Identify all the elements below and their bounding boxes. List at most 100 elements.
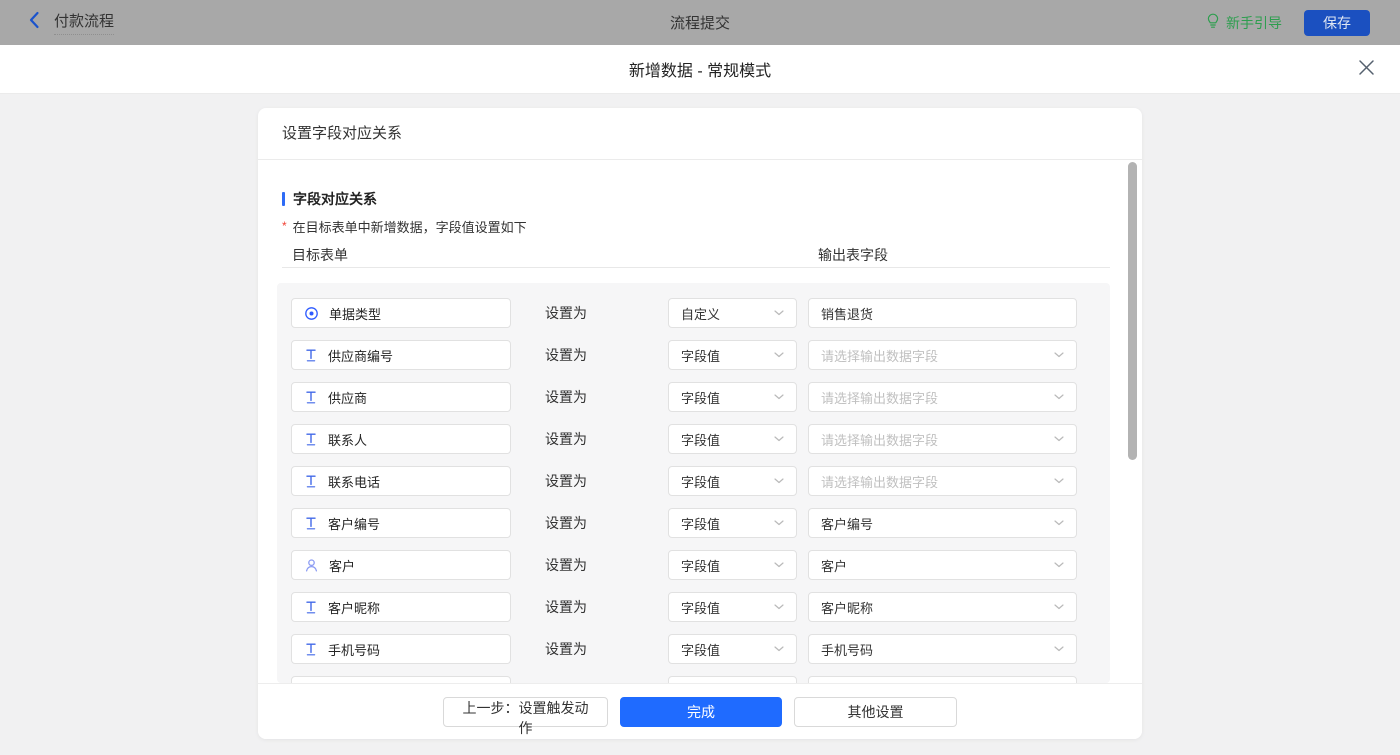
- mapping-row: 手机号码 设置为 字段值 手机号码: [277, 634, 1110, 664]
- mode-select[interactable]: 字段值: [668, 424, 797, 454]
- set-as-label: 设置为: [545, 515, 587, 531]
- set-as-label: 设置为: [545, 347, 587, 363]
- target-field[interactable]: 供应商: [291, 382, 511, 412]
- page-title: 流程提交: [669, 15, 730, 32]
- chevron-down-icon: [1054, 478, 1064, 484]
- target-field[interactable]: 联系人: [291, 424, 511, 454]
- target-field[interactable]: 手机号码: [291, 634, 511, 664]
- mode-select[interactable]: [668, 676, 797, 683]
- section-note-text: 在目标表单中新增数据，字段值设置如下: [292, 220, 527, 235]
- column-target-form: 目标表单: [292, 247, 348, 263]
- output-value: 请选择输出数据字段: [821, 390, 939, 406]
- output-select[interactable]: 客户: [808, 550, 1077, 580]
- section-note: * 在目标表单中新增数据，字段值设置如下: [282, 217, 527, 236]
- mode-select[interactable]: 字段值: [668, 340, 797, 370]
- flow-name[interactable]: 付款流程: [54, 10, 115, 35]
- mapping-row: 客户编号 设置为 字段值 客户编号: [277, 508, 1110, 538]
- mode-select-value: 字段值: [681, 348, 721, 364]
- screen: 付款流程 流程提交 新手引导 保存 新增数据 - 常规模式 设置字段对应关系 字…: [0, 0, 1400, 755]
- chevron-down-icon: [774, 646, 784, 652]
- mode-select-value: 字段值: [681, 474, 721, 490]
- output-value: 请选择输出数据字段: [821, 474, 939, 490]
- mode-select-value: 字段值: [681, 516, 721, 532]
- output-select[interactable]: [808, 676, 1077, 683]
- chevron-down-icon: [774, 604, 784, 610]
- text-icon: [304, 348, 318, 362]
- back-chevron-icon: [28, 11, 40, 34]
- modal-title: 新增数据 - 常规模式: [628, 63, 772, 80]
- done-button[interactable]: 完成: [620, 696, 782, 727]
- person-icon: [304, 558, 319, 573]
- target-field-label: 客户: [329, 558, 356, 574]
- output-value: 请选择输出数据字段: [821, 348, 939, 364]
- top-bar: 付款流程 流程提交 新手引导 保存: [0, 0, 1400, 45]
- chevron-down-icon: [1054, 352, 1064, 358]
- previous-step-button[interactable]: 上一步：设置触发动作: [443, 696, 608, 736]
- output-select[interactable]: 请选择输出数据字段: [808, 340, 1077, 370]
- text-icon: [304, 600, 318, 614]
- output-select[interactable]: 请选择输出数据字段: [808, 382, 1077, 412]
- target-field[interactable]: 客户: [291, 550, 511, 580]
- mode-select-value: 字段值: [681, 642, 721, 658]
- mapping-row: 客户 设置为 字段值 客户: [277, 550, 1110, 580]
- target-field-label: 联系人: [328, 432, 368, 448]
- target-field[interactable]: 联系电话: [291, 466, 511, 496]
- output-select[interactable]: 请选择输出数据字段: [808, 466, 1077, 496]
- mapping-rows-panel: 单据类型 设置为 自定义 销售退货 供应商编号 设置为 字段值 请选择输出数据字段 供应商 设置为…: [277, 283, 1110, 683]
- mode-select[interactable]: 字段值: [668, 508, 797, 538]
- scrollbar-thumb[interactable]: [1128, 162, 1137, 460]
- output-value: 销售退货: [821, 306, 874, 322]
- output-value: 手机号码: [821, 642, 874, 658]
- newbie-guide-link[interactable]: 新手引导: [1206, 13, 1282, 33]
- other-settings-button[interactable]: 其他设置: [794, 696, 957, 727]
- mode-select[interactable]: 字段值: [668, 634, 797, 664]
- chevron-down-icon: [774, 562, 784, 568]
- mode-select[interactable]: 字段值: [668, 466, 797, 496]
- mode-select-value: 自定义: [681, 306, 721, 322]
- mapping-row: 联系人 设置为 字段值 请选择输出数据字段: [277, 424, 1110, 454]
- column-divider: [282, 267, 1110, 268]
- target-field[interactable]: [291, 676, 511, 683]
- mapping-row: 设置为: [277, 676, 1110, 683]
- mode-select[interactable]: 字段值: [668, 592, 797, 622]
- output-select[interactable]: 请选择输出数据字段: [808, 424, 1077, 454]
- text-icon: [304, 432, 318, 446]
- mode-select[interactable]: 自定义: [668, 298, 797, 328]
- output-select[interactable]: 手机号码: [808, 634, 1077, 664]
- back-button[interactable]: [28, 11, 40, 34]
- required-asterisk: *: [282, 219, 287, 233]
- section-title-label: 字段对应关系: [293, 191, 377, 207]
- chevron-down-icon: [774, 394, 784, 400]
- section-title: 字段对应关系: [282, 189, 377, 209]
- save-button[interactable]: 保存: [1304, 9, 1370, 36]
- mode-select-value: 字段值: [681, 558, 721, 574]
- chevron-down-icon: [1054, 604, 1064, 610]
- text-icon: [304, 516, 318, 530]
- set-as-label: 设置为: [545, 599, 587, 615]
- set-as-label: 设置为: [545, 641, 587, 657]
- chevron-down-icon: [1054, 394, 1064, 400]
- set-as-label: 设置为: [545, 389, 587, 405]
- target-field[interactable]: 客户编号: [291, 508, 511, 538]
- set-as-label: 设置为: [545, 557, 587, 573]
- target-field[interactable]: 供应商编号: [291, 340, 511, 370]
- target-field[interactable]: 客户昵称: [291, 592, 511, 622]
- output-select[interactable]: 客户昵称: [808, 592, 1077, 622]
- mapping-row: 单据类型 设置为 自定义 销售退货: [277, 298, 1110, 328]
- target-field-label: 联系电话: [328, 474, 381, 490]
- set-as-label: 设置为: [545, 431, 587, 447]
- output-select[interactable]: 客户编号: [808, 508, 1077, 538]
- output-input[interactable]: 销售退货: [808, 298, 1077, 328]
- chevron-down-icon: [774, 520, 784, 526]
- target-field[interactable]: 单据类型: [291, 298, 511, 328]
- set-as-label: 设置为: [545, 305, 587, 321]
- mapping-row: 供应商 设置为 字段值 请选择输出数据字段: [277, 382, 1110, 412]
- mode-select-value: 字段值: [681, 432, 721, 448]
- chevron-down-icon: [774, 436, 784, 442]
- close-button[interactable]: [1356, 59, 1376, 79]
- chevron-down-icon: [1054, 520, 1064, 526]
- chevron-down-icon: [1054, 562, 1064, 568]
- mode-select[interactable]: 字段值: [668, 382, 797, 412]
- text-icon: [304, 474, 318, 488]
- mode-select[interactable]: 字段值: [668, 550, 797, 580]
